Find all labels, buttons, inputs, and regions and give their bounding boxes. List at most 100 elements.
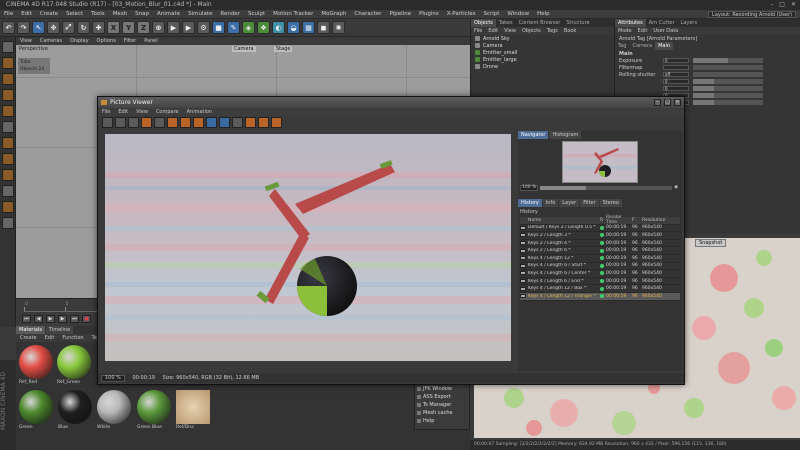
tab-timeline[interactable]: Timeline xyxy=(45,326,74,334)
pv-close-button[interactable]: ✕ xyxy=(674,99,681,106)
view-b-icon[interactable] xyxy=(219,117,230,128)
col-name[interactable]: Name xyxy=(528,218,600,223)
render-view-icon[interactable]: ▶ xyxy=(167,21,180,34)
edges-mode-icon[interactable] xyxy=(1,89,14,101)
history-row[interactable]: Keys 2 / Length 6 * 00:00:19 96 960x540 xyxy=(520,247,680,255)
x-axis-icon[interactable]: X xyxy=(107,21,120,34)
menu-character[interactable]: Character xyxy=(350,10,385,19)
plugin-menu-item[interactable]: Mesh cache xyxy=(415,409,469,417)
col-resolution[interactable]: Resolution xyxy=(642,218,670,223)
tab-filter[interactable]: Filter xyxy=(580,199,599,207)
objects-menu-objects[interactable]: Objects xyxy=(519,27,544,35)
menu-tools[interactable]: Tools xyxy=(87,10,109,19)
attribute-slider[interactable] xyxy=(693,86,763,91)
material-swatch[interactable]: Ref/Disc xyxy=(176,390,210,430)
tab-layer[interactable]: Layer xyxy=(559,199,580,207)
sidebar-toggle-icon[interactable] xyxy=(232,117,243,128)
viewport-menu-display[interactable]: Display xyxy=(66,37,92,45)
plugin-menu-item[interactable]: Ts Manager xyxy=(415,401,469,409)
tweak-mode-icon[interactable] xyxy=(1,137,14,149)
history-row[interactable]: Keys 4 / Length 12 * 00:00:19 96 960x540 xyxy=(520,255,680,263)
material-swatch[interactable]: White xyxy=(97,390,131,430)
tab-navigator[interactable]: Navigator xyxy=(518,131,549,139)
objects-menu-edit[interactable]: Edit xyxy=(485,27,501,35)
move-icon[interactable]: ✥ xyxy=(47,21,60,34)
history-row[interactable]: Keys 4 / Length 6 / Start * 00:00:19 96 960… xyxy=(520,263,680,271)
pen-icon[interactable]: ✎ xyxy=(227,21,240,34)
snapshot-button[interactable]: Snapshot xyxy=(695,239,727,247)
filter-icon[interactable] xyxy=(271,117,282,128)
model-mode-icon[interactable] xyxy=(1,41,14,53)
next-frame-button[interactable]: ▶ xyxy=(58,315,67,323)
z-axis-icon[interactable]: Z xyxy=(137,21,150,34)
redo-icon[interactable]: ↷ xyxy=(17,21,30,34)
objects-tab-content-browser[interactable]: Content Browser xyxy=(516,19,564,27)
workplane-icon[interactable] xyxy=(1,169,14,181)
tab-stereo[interactable]: Stereo xyxy=(599,199,622,207)
live-select-icon[interactable]: ↖ xyxy=(32,21,45,34)
menu-render[interactable]: Render xyxy=(216,10,244,19)
render-icon[interactable] xyxy=(141,117,152,128)
save-icon[interactable] xyxy=(115,117,126,128)
objects-menu-tags[interactable]: Tags xyxy=(544,27,561,35)
attribute-slider[interactable] xyxy=(693,100,763,105)
lock-workplane-icon[interactable] xyxy=(1,185,14,197)
material-menu-create[interactable]: Create xyxy=(16,334,41,342)
viewport-menu-filter[interactable]: Filter xyxy=(120,37,140,45)
snap-icon[interactable] xyxy=(1,153,14,165)
pv-menu-file[interactable]: File xyxy=(98,108,114,116)
menu-snap[interactable]: Snap xyxy=(131,10,153,19)
minimize-button[interactable]: – xyxy=(770,0,773,10)
attribute-field[interactable] xyxy=(663,65,689,70)
menu-mograph[interactable]: MoGraph xyxy=(317,10,350,19)
material-swatch[interactable]: Green xyxy=(19,390,53,430)
view-a-icon[interactable] xyxy=(206,117,217,128)
rendered-image[interactable] xyxy=(105,134,511,361)
zoom-icon[interactable] xyxy=(128,117,139,128)
menu-edit[interactable]: Edit xyxy=(17,10,36,19)
rotate-icon[interactable]: ↻ xyxy=(77,21,90,34)
attributes-tab-attributes[interactable]: Attributes xyxy=(615,19,646,27)
viewport-menu-options[interactable]: Options xyxy=(93,37,120,45)
menu-x-particles[interactable]: X-Particles xyxy=(443,10,480,19)
plugin-menu-item[interactable]: ASS Export xyxy=(415,393,469,401)
viewport-menu-cameras[interactable]: Cameras xyxy=(36,37,66,45)
col-f[interactable]: F xyxy=(632,218,642,223)
stage-tab[interactable]: Stage xyxy=(274,46,293,52)
history-row[interactable]: Keys 4 / Length 12 / Triangle * 00:00:19 9… xyxy=(520,292,680,301)
maximize-button[interactable]: □ xyxy=(779,0,785,10)
prev-frame-button[interactable]: ◀ xyxy=(34,315,43,323)
attributes-subtab-main[interactable]: Main xyxy=(655,42,674,50)
menu-window[interactable]: Window xyxy=(503,10,533,19)
zoom-field[interactable]: 100 % xyxy=(520,184,538,191)
menu-mesh[interactable]: Mesh xyxy=(109,10,131,19)
attribute-slider[interactable] xyxy=(693,93,763,98)
menu-script[interactable]: Script xyxy=(479,10,503,19)
status-zoom[interactable]: 100 % xyxy=(101,375,125,382)
objects-tab-takes[interactable]: Takes xyxy=(496,19,516,27)
attribute-slider[interactable] xyxy=(693,72,763,77)
goto-end-button[interactable]: ⏭ xyxy=(70,315,79,323)
planar-workplane-icon[interactable] xyxy=(1,201,14,213)
attributes-tab-layers[interactable]: Layers xyxy=(678,19,701,27)
fullscreen-icon[interactable] xyxy=(258,117,269,128)
polygons-mode-icon[interactable] xyxy=(1,105,14,117)
plugin-menu-item[interactable]: Help xyxy=(415,417,469,425)
history-row[interactable]: Keys 4 / Length 6 / End * 00:00:19 96 960x5… xyxy=(520,278,680,286)
camera-icon[interactable]: ◼ xyxy=(317,21,330,34)
viewport-menu-view[interactable]: View xyxy=(16,37,36,45)
menu-sculpt[interactable]: Sculpt xyxy=(244,10,269,19)
material-swatch[interactable]: Ref_Green xyxy=(57,345,91,385)
play-button[interactable]: ▶ xyxy=(46,315,55,323)
object-row[interactable]: Camera xyxy=(471,42,614,49)
menu-simulate[interactable]: Simulate xyxy=(184,10,216,19)
attributes-menu-mode[interactable]: Mode xyxy=(615,27,635,35)
plugin-menu-item[interactable]: JFK Window xyxy=(415,385,469,393)
pv-menu-view[interactable]: View xyxy=(132,108,152,116)
objects-menu-book[interactable]: Book xyxy=(561,27,579,35)
pv-menu-edit[interactable]: Edit xyxy=(114,108,132,116)
menu-pipeline[interactable]: Pipeline xyxy=(386,10,416,19)
recent-tools-icon[interactable]: ✚ xyxy=(92,21,105,34)
attributes-menu-edit[interactable]: Edit xyxy=(635,27,651,35)
record-button[interactable]: ● xyxy=(82,315,91,323)
